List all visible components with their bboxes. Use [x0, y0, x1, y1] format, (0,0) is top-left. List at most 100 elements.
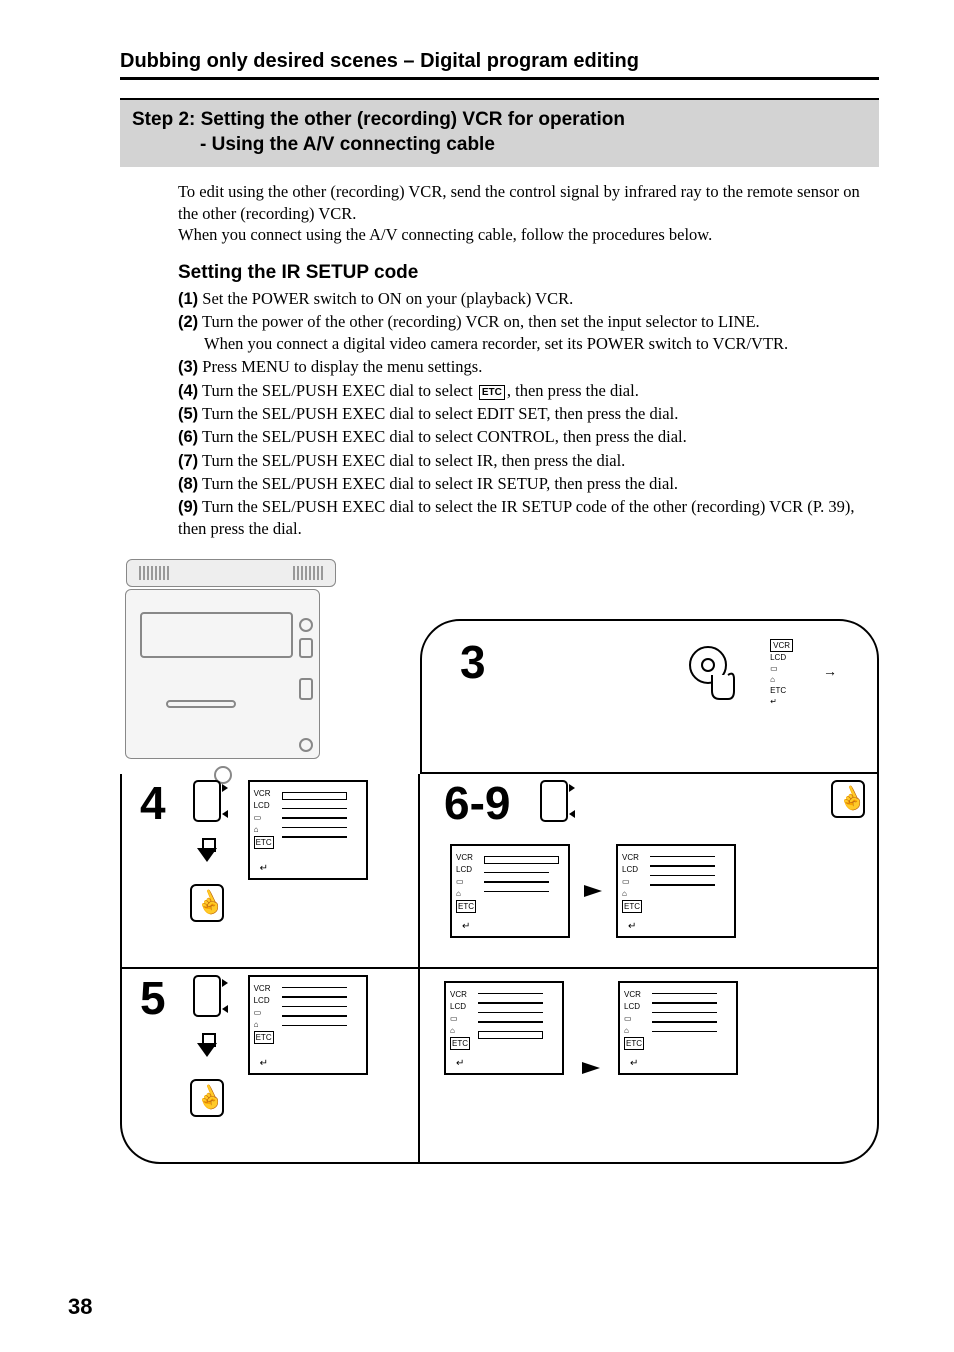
step-header: Step 2: Setting the other (recording) VC… [120, 98, 879, 167]
menu-tab: VCR [254, 983, 274, 994]
menu-tab-selected: ETC [622, 900, 642, 913]
menu-tabs-display: VCR LCD ▭ ⌂ ETC ↵ [770, 639, 793, 707]
menu-screen: VCR LCD ▭ ⌂ ETC ↵ [618, 981, 738, 1075]
menu-screen: VCR LCD ▭ ⌂ ETC ↵ [248, 975, 368, 1075]
menu-tab: VCR [456, 852, 476, 863]
panel-3: 3 VCR LCD ▭ ⌂ ETC ↵ → [420, 619, 879, 774]
menu-tab: VCR [770, 639, 793, 652]
menu-tab: ⌂ [254, 1019, 274, 1030]
step-bullet: (6) [178, 428, 198, 446]
step-text-pre: Turn the SEL/PUSH EXEC dial to select [202, 381, 477, 400]
menu-tab: ▭ [254, 812, 274, 823]
menu-tab: ▭ [622, 876, 642, 887]
step-item: (4) Turn the SEL/PUSH EXEC dial to selec… [178, 380, 879, 402]
menu-lines [652, 993, 717, 1041]
return-icon: ↵ [628, 921, 636, 932]
step-bullet: (5) [178, 405, 198, 423]
step-item: (1) Set the POWER switch to ON on your (… [178, 288, 879, 310]
step-item: (3) Press MENU to display the menu setti… [178, 356, 879, 378]
panel-5-cont: VCR LCD ▭ ⌂ ETC ↵ VCR LCD ▭ ⌂ [420, 969, 879, 1164]
menu-tab: LCD [254, 800, 274, 811]
arrow-right-icon [582, 1062, 600, 1074]
menu-tab: ▭ [770, 663, 793, 674]
step-text: Set the POWER switch to ON on your (play… [202, 289, 573, 308]
step-continuation: When you connect a digital video camera … [178, 333, 879, 355]
intro-p1: To edit using the other (recording) VCR,… [178, 181, 879, 224]
menu-tab-selected: ETC [254, 836, 274, 849]
etc-icon: ETC [479, 385, 505, 401]
menu-tab: ▭ [450, 1013, 470, 1024]
menu-screen: VCR LCD ▭ ⌂ ETC ↵ [444, 981, 564, 1075]
menu-lines [484, 856, 559, 901]
arrow-down-icon [197, 1043, 217, 1057]
menu-tab: ETC [770, 685, 793, 696]
return-icon: ↵ [456, 1058, 464, 1069]
menu-tab-selected: ETC [450, 1037, 470, 1050]
step-text-post: , then press the dial. [507, 381, 639, 400]
dial-wheel-icon [193, 780, 221, 822]
menu-lines [282, 792, 347, 846]
dial-wheel-icon [540, 780, 568, 822]
menu-tab: ⌂ [624, 1025, 644, 1036]
subheading: Setting the IR SETUP code [120, 262, 879, 284]
step-header-line2: - Using the A/V connecting cable [132, 133, 867, 158]
panel-5: 5 VCR LCD ▭ ⌂ ETC [120, 969, 420, 1164]
menu-tab: LCD [254, 995, 274, 1006]
arrow-right-icon [584, 885, 602, 897]
menu-lines [650, 856, 715, 894]
menu-tab-selected: ETC [624, 1037, 644, 1050]
step-text: Turn the SEL/PUSH EXEC dial to select CO… [202, 427, 687, 446]
step-bullet: (7) [178, 452, 198, 470]
menu-tab: VCR [450, 989, 470, 1000]
menu-tab: LCD [770, 652, 793, 663]
step-text: Turn the SEL/PUSH EXEC dial to select IR… [202, 474, 678, 493]
figure-area: 3 VCR LCD ▭ ⌂ ETC ↵ → [120, 559, 879, 1164]
figure-number-6-9: 6-9 [444, 780, 510, 826]
dial-column [190, 975, 224, 1117]
menu-tab: VCR [624, 989, 644, 1000]
menu-tab: LCD [624, 1001, 644, 1012]
menu-tab: ⌂ [254, 824, 274, 835]
step-text: Turn the SEL/PUSH EXEC dial to select IR… [202, 451, 625, 470]
vent-icon [293, 566, 323, 580]
menu-tab: VCR [254, 788, 274, 799]
figure-number-5: 5 [140, 975, 166, 1021]
panel-6-9: 6-9 VCR LCD ▭ ⌂ ETC [420, 774, 879, 969]
menu-tab: ▭ [624, 1013, 644, 1024]
menu-screen: VCR LCD ▭ ⌂ ETC ↵ [248, 780, 368, 880]
step-text: Turn the SEL/PUSH EXEC dial to select th… [178, 497, 854, 538]
press-hand-icon [190, 1079, 224, 1117]
menu-tab: LCD [622, 864, 642, 875]
section-title: Dubbing only desired scenes – Digital pr… [120, 50, 879, 80]
page-number: 38 [68, 1294, 92, 1320]
dial-wheel-icon [193, 975, 221, 1017]
figure-number-3: 3 [460, 639, 486, 685]
figure-number-4: 4 [140, 780, 166, 826]
menu-tab-selected: ETC [254, 1031, 274, 1044]
menu-tab: ▭ [456, 876, 476, 887]
menu-screen: VCR LCD ▭ ⌂ ETC ↵ [450, 844, 570, 938]
step-item: (5) Turn the SEL/PUSH EXEC dial to selec… [178, 403, 879, 425]
menu-tab: VCR [622, 852, 642, 863]
steps-list: (1) Set the POWER switch to ON on your (… [120, 288, 879, 541]
menu-tab: ▭ [254, 1007, 274, 1018]
vcr-body [125, 589, 320, 759]
step-item: (7) Turn the SEL/PUSH EXEC dial to selec… [178, 450, 879, 472]
step-item: (2) Turn the power of the other (recordi… [178, 311, 879, 356]
step-text: Turn the SEL/PUSH EXEC dial to select ED… [202, 404, 678, 423]
vcr-top [126, 559, 336, 587]
menu-tab: ⌂ [456, 888, 476, 899]
arrow-right-icon: → [823, 665, 837, 681]
menu-lines [282, 987, 347, 1035]
return-icon: ↵ [260, 1058, 268, 1069]
menu-tab: LCD [456, 864, 476, 875]
press-hand-icon [831, 780, 865, 818]
step-bullet: (8) [178, 475, 198, 493]
menu-tab: ⌂ [770, 674, 793, 685]
vcr-illustration [120, 559, 350, 774]
return-icon: ↵ [630, 1058, 638, 1069]
intro-p2: When you connect using the A/V connectin… [178, 224, 879, 245]
arrow-down-icon [197, 848, 217, 862]
dial-column [190, 780, 224, 922]
return-icon: ↵ [260, 863, 268, 874]
